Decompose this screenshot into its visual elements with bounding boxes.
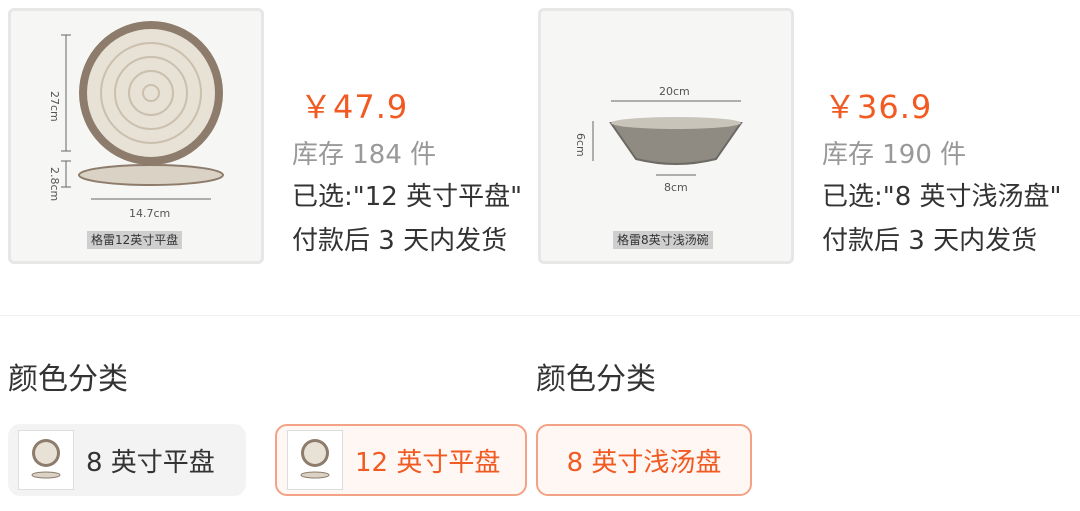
dim-height-label: 6cm xyxy=(574,133,587,157)
dim-height-label: 27cm xyxy=(48,91,61,122)
dim-width-label: 20cm xyxy=(659,85,690,98)
price: ￥36.9 xyxy=(824,88,933,126)
bowl-illustration: 20cm 6cm 8cm xyxy=(574,85,743,194)
product-panel-left: 27cm 2.8cm 14.7cm 格雷12英寸平盘 ￥47.9 库存 184 … xyxy=(0,0,530,511)
shipping-info: 付款后 3 天内发货 xyxy=(822,226,1038,256)
selected-variant: 已选:"12 英寸平盘" xyxy=(292,182,523,212)
option-thumbnail xyxy=(18,430,74,490)
option-12in-plate[interactable]: 12 英寸平盘 xyxy=(275,424,527,496)
shipping-info: 付款后 3 天内发货 xyxy=(292,226,508,256)
selected-variant: 已选:"8 英寸浅汤盘" xyxy=(822,182,1062,212)
section-title-color-category: 颜色分类 xyxy=(8,362,128,397)
dim-base-label: 14.7cm xyxy=(129,207,170,220)
stock-count: 库存 184 件 xyxy=(292,140,437,170)
plate-illustration: 27cm 2.8cm 14.7cm xyxy=(48,21,224,220)
stock-count: 库存 190 件 xyxy=(822,140,967,170)
option-label: 8 英寸平盘 xyxy=(86,447,215,478)
dim-base-label: 8cm xyxy=(664,181,688,194)
price: ￥47.9 xyxy=(300,88,409,126)
image-caption: 格雷12英寸平盘 xyxy=(87,231,183,249)
product-panel-right: 20cm 6cm 8cm 格雷8英寸浅汤碗 ￥36.9 库存 190 件 已选:… xyxy=(530,0,1080,511)
section-title-color-category: 颜色分类 xyxy=(536,362,656,397)
dim-depth-label: 2.8cm xyxy=(48,167,61,201)
option-8in-shallow-bowl[interactable]: 8 英寸浅汤盘 xyxy=(536,424,752,496)
option-8in-plate[interactable]: 8 英寸平盘 xyxy=(8,424,246,496)
image-caption: 格雷8英寸浅汤碗 xyxy=(613,231,713,249)
option-label: 8 英寸浅汤盘 xyxy=(566,447,722,478)
product-image-bowl[interactable]: 20cm 6cm 8cm 格雷8英寸浅汤碗 xyxy=(538,8,794,264)
option-label: 12 英寸平盘 xyxy=(355,447,501,478)
product-image-plate[interactable]: 27cm 2.8cm 14.7cm 格雷12英寸平盘 xyxy=(8,8,264,264)
divider xyxy=(0,315,1080,316)
option-thumbnail xyxy=(287,430,343,490)
